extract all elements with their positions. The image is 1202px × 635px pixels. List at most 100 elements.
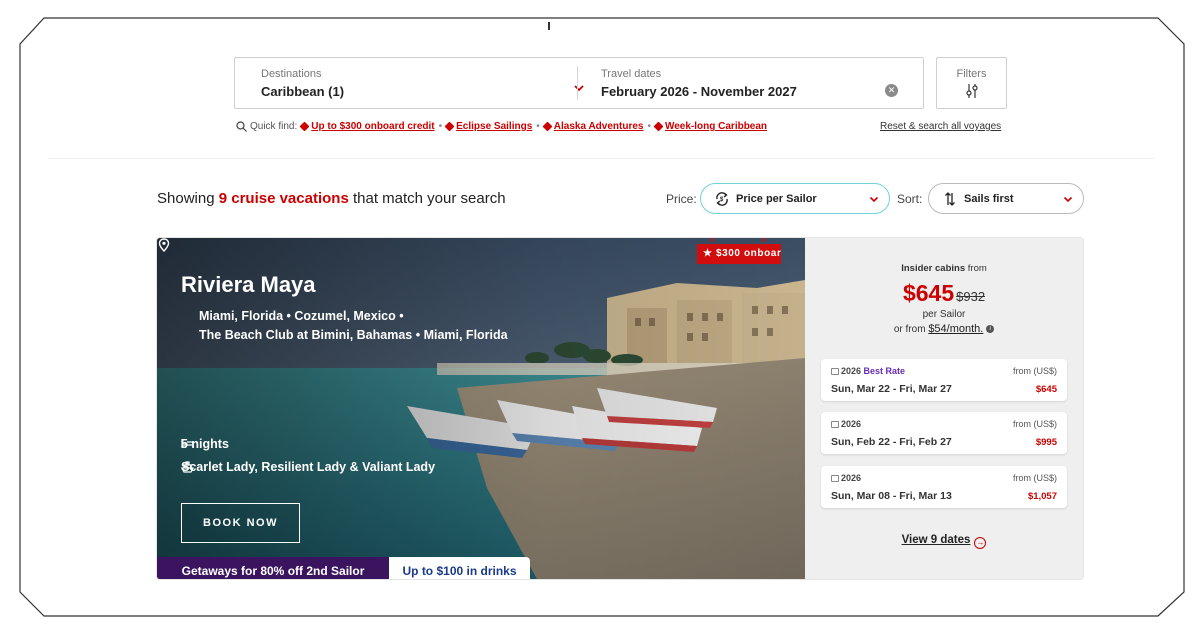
destinations-value: Caribbean (1) xyxy=(261,84,345,99)
insider-cabins-bold: Insider cabins xyxy=(901,263,966,274)
sailing-year: 2026 Best Rate xyxy=(831,366,905,376)
voyage-card: ★ $300 onboard Riviera Maya Miami, Flori… xyxy=(157,238,1083,579)
price-select-value: Price per Sailor xyxy=(736,193,817,205)
sailing-price: $645 xyxy=(1035,384,1057,395)
price-label: Price: xyxy=(666,192,697,206)
ships-text: Scarlet Lady, Resilient Lady & Valiant L… xyxy=(181,460,436,474)
destinations-label: Destinations xyxy=(261,68,322,80)
voyage-title: Riviera Maya xyxy=(181,272,316,297)
filters-button[interactable]: Filters xyxy=(936,57,1007,109)
sailing-year: 2026 xyxy=(831,473,861,483)
sliders-icon xyxy=(965,84,978,98)
badge-tab xyxy=(711,238,713,242)
sailing-date-card[interactable]: 2026 Best Rate Sun, Mar 22 - Fri, Mar 27… xyxy=(821,359,1067,401)
separator: • xyxy=(647,121,651,132)
clear-dates-icon[interactable]: ✕ xyxy=(885,84,898,97)
book-now-button[interactable]: BOOK NOW xyxy=(181,503,300,543)
sort-select[interactable]: Sails first xyxy=(928,183,1084,214)
chevron-down-icon xyxy=(574,85,584,92)
sort-label: Sort: xyxy=(897,192,923,206)
search-icon xyxy=(236,121,247,132)
sailing-dates: Sun, Mar 08 - Fri, Mar 13 xyxy=(831,490,952,502)
tag-icon xyxy=(444,121,455,132)
sailing-price: $1,057 xyxy=(1027,491,1057,502)
arrow-right-circle-icon: → xyxy=(974,537,987,549)
badge-tab xyxy=(763,238,765,242)
quick-find: Quick find: Up to $300 onboard credit • … xyxy=(236,121,767,132)
separator: • xyxy=(438,121,443,132)
chevron-down-icon xyxy=(1063,196,1073,203)
quick-link-eclipse[interactable]: Eclipse Sailings xyxy=(456,121,532,132)
results-count: 9 cruise vacations xyxy=(218,190,349,207)
exchange-icon: $ xyxy=(716,192,728,206)
sailing-year: 2026 xyxy=(831,419,861,429)
monthly-prefix: or from xyxy=(893,324,929,335)
sailing-from-label: from (US$) xyxy=(1012,473,1057,483)
quick-link-onboard-credit[interactable]: Up to $300 onboard credit xyxy=(311,121,434,132)
section-divider xyxy=(48,158,1154,159)
ships-info: Scarlet Lady, Resilient Lady & Valiant L… xyxy=(181,460,435,474)
sailing-date-card[interactable]: 2026 Sun, Feb 22 - Fri, Feb 27 from (US$… xyxy=(821,412,1067,454)
ports-line: The Beach Club at Bimini, Bahamas • Miam… xyxy=(199,328,508,342)
sailing-from-label: from (US$) xyxy=(1012,419,1057,429)
pricing-panel: Insider cabins from $645 $932 per Sailor … xyxy=(805,238,1083,579)
onboard-credit-badge: ★ $300 onboard xyxy=(697,244,781,264)
quick-find-label: Quick find: xyxy=(250,121,298,132)
per-sailor-label: per Sailor xyxy=(922,309,966,320)
travel-dates-field[interactable]: Travel dates February 2026 - November 20… xyxy=(601,58,901,108)
promo-getaways[interactable]: Getaways for 80% off 2nd Sailor xyxy=(157,557,389,579)
sailing-year-value: 2026 xyxy=(841,419,862,429)
ship-icon xyxy=(181,461,194,473)
reset-search-link[interactable]: Reset & search all voyages xyxy=(880,121,1001,132)
results-suffix: that match your search xyxy=(348,190,506,207)
monthly-price: or from $54/month. i xyxy=(805,323,1083,335)
top-tick-divider xyxy=(548,22,550,30)
current-price: $645 xyxy=(902,280,955,306)
view-dates-link[interactable]: View 9 dates → xyxy=(805,534,1083,549)
price-row: $645 $932 xyxy=(805,280,1083,307)
view-dates-text: View 9 dates xyxy=(901,534,971,546)
calendar-icon xyxy=(831,475,839,482)
quick-link-week-long[interactable]: Week-long Caribbean xyxy=(665,121,767,132)
search-bar: Destinations Caribbean (1) Travel dates … xyxy=(234,57,924,109)
tag-icon xyxy=(299,121,310,132)
sort-arrows-icon xyxy=(945,192,955,206)
tag-icon xyxy=(653,121,664,132)
bed-icon xyxy=(181,439,194,448)
sort-select-value: Sails first xyxy=(964,193,1014,205)
sailing-dates: Sun, Feb 22 - Fri, Feb 27 xyxy=(831,436,952,448)
calendar-icon xyxy=(831,368,839,375)
field-divider xyxy=(577,66,578,100)
sailing-date-card[interactable]: 2026 Sun, Mar 08 - Fri, Mar 13 from (US$… xyxy=(821,466,1067,508)
monthly-value-link[interactable]: $54/month. xyxy=(928,323,983,335)
voyage-hero-image: ★ $300 onboard Riviera Maya Miami, Flori… xyxy=(157,238,805,579)
sailing-dates: Sun, Mar 22 - Fri, Mar 27 xyxy=(831,383,952,395)
sailing-price: $995 xyxy=(1035,437,1057,448)
sailing-year-value: 2026 xyxy=(841,473,862,483)
sailing-from-label: from (US$) xyxy=(1012,366,1057,376)
filters-label: Filters xyxy=(956,68,987,80)
location-pin-icon xyxy=(158,238,170,252)
separator: • xyxy=(536,121,540,132)
calendar-icon xyxy=(831,421,839,428)
destinations-field[interactable]: Destinations Caribbean (1) xyxy=(261,58,584,108)
best-rate-label: Best Rate xyxy=(863,366,906,376)
insider-from: from xyxy=(965,263,987,274)
price-select[interactable]: $ Price per Sailor xyxy=(700,183,890,214)
ports-list: Miami, Florida • Cozumel, Mexico • The B… xyxy=(199,307,579,345)
quick-link-alaska[interactable]: Alaska Adventures xyxy=(554,121,644,132)
ports-line: Miami, Florida • Cozumel, Mexico • xyxy=(199,309,404,323)
sailing-year-value: 2026 xyxy=(841,366,862,376)
svg-text:$: $ xyxy=(720,197,724,203)
info-icon[interactable]: i xyxy=(986,325,995,334)
results-summary: Showing 9 cruise vacations that match yo… xyxy=(157,190,506,207)
tag-icon xyxy=(542,121,553,132)
results-prefix: Showing xyxy=(157,190,219,207)
chevron-down-icon xyxy=(869,196,879,203)
promo-drinks[interactable]: Up to $100 in drinks xyxy=(389,557,530,579)
insider-cabins-label: Insider cabins from xyxy=(805,263,1083,274)
nights-info: 5 nights xyxy=(181,437,229,451)
original-price: $932 xyxy=(956,289,986,304)
travel-dates-label: Travel dates xyxy=(601,68,662,80)
travel-dates-value: February 2026 - November 2027 xyxy=(601,84,797,99)
